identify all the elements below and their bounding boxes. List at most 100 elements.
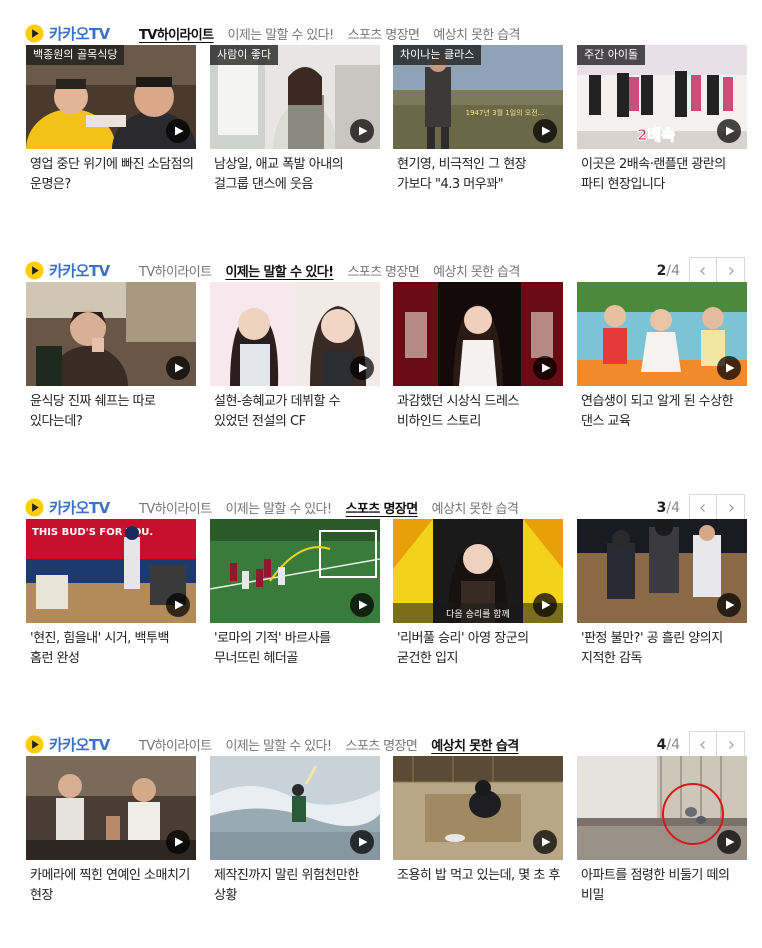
play-button[interactable] bbox=[717, 356, 741, 380]
video-thumbnail[interactable] bbox=[26, 282, 196, 386]
video-title[interactable]: '판정 불만?' 공 흘린 양의지 지적한 감독 bbox=[581, 629, 745, 669]
video-thumbnail[interactable]: 백종원의 골목식당 bbox=[26, 45, 196, 149]
video-card[interactable]: 2배속 주간 아이돌이곳은 2배속·랜플댄 광란의 파티 현장입니다 bbox=[577, 45, 747, 195]
video-card[interactable]: 윤식당 진짜 쉐프는 따로 있다는데? bbox=[26, 282, 196, 432]
video-title[interactable]: 과감했던 시상식 드레스 비하인드 스토리 bbox=[397, 392, 561, 432]
next-page-button[interactable] bbox=[717, 257, 745, 285]
video-thumbnail[interactable] bbox=[210, 519, 380, 623]
tab-sports-highlight[interactable]: 스포츠 명장면 bbox=[347, 261, 419, 280]
video-card[interactable]: THIS BUD'S FOR YOU. '현진, 힘을내' 시거, 백투백 홈런… bbox=[26, 519, 196, 669]
video-thumbnail[interactable] bbox=[393, 756, 563, 860]
play-button[interactable] bbox=[717, 593, 741, 617]
video-thumbnail[interactable] bbox=[577, 756, 747, 860]
play-button[interactable] bbox=[350, 830, 374, 854]
play-button[interactable] bbox=[350, 356, 374, 380]
video-thumbnail[interactable]: THIS BUD'S FOR YOU. bbox=[26, 519, 196, 623]
play-button[interactable] bbox=[350, 119, 374, 143]
play-button[interactable] bbox=[166, 830, 190, 854]
video-card[interactable]: 설현-송혜교가 데뷔할 수 있었던 전설의 CF bbox=[210, 282, 380, 432]
play-button[interactable] bbox=[533, 830, 557, 854]
play-button[interactable] bbox=[350, 593, 374, 617]
video-thumbnail[interactable]: 1947년 3월 1일의 오전... 차이나는 클라스 bbox=[393, 45, 563, 149]
brand-name: 카카오TV bbox=[49, 498, 110, 517]
category-tabs: TV하이라이트 이제는 말할 수 있다! 스포츠 명장면 예상치 못한 습격 bbox=[139, 732, 533, 756]
play-button[interactable] bbox=[533, 119, 557, 143]
kakaotv-logo[interactable]: 카카오TV bbox=[25, 732, 110, 756]
video-title[interactable]: 아파트를 점령한 비둘기 떼의 비밀 bbox=[581, 866, 745, 906]
tab-now-can-tell[interactable]: 이제는 말할 수 있다! bbox=[225, 498, 332, 517]
kakaotv-logo[interactable]: 카카오TV bbox=[25, 495, 110, 519]
page-current: 2 bbox=[656, 263, 667, 279]
chevron-left-icon bbox=[700, 267, 705, 275]
video-card[interactable]: 1947년 3월 1일의 오전... 차이나는 클라스현기영, 비극적인 그 현장… bbox=[393, 45, 563, 195]
kakaotv-play-icon bbox=[25, 497, 44, 517]
tab-now-can-tell[interactable]: 이제는 말할 수 있다! bbox=[228, 24, 335, 43]
chevron-right-icon bbox=[728, 267, 734, 275]
kakaotv-logo[interactable]: 카카오TV bbox=[25, 21, 110, 45]
play-button[interactable] bbox=[717, 119, 741, 143]
video-card[interactable]: 연습생이 되고 알게 된 수상한 댄스 교육 bbox=[577, 282, 747, 432]
video-card[interactable]: 제작진까지 말린 위험천만한 상황 bbox=[210, 756, 380, 906]
play-button[interactable] bbox=[533, 593, 557, 617]
play-button[interactable] bbox=[533, 356, 557, 380]
tab-tv-highlight[interactable]: TV하이라이트 bbox=[139, 261, 212, 280]
tab-sports-highlight[interactable]: 스포츠 명장면 bbox=[346, 735, 418, 754]
tab-now-can-tell[interactable]: 이제는 말할 수 있다! bbox=[225, 735, 332, 754]
video-card[interactable]: '판정 불만?' 공 흘린 양의지 지적한 감독 bbox=[577, 519, 747, 669]
video-card[interactable]: 사람이 좋다남상일, 애교 폭발 아내의 걸그룹 댄스에 웃음 bbox=[210, 45, 380, 195]
prev-page-button[interactable] bbox=[689, 494, 717, 522]
video-title[interactable]: 카메라에 찍힌 연예인 소매치기 현장 bbox=[30, 866, 194, 906]
video-card[interactable]: 카메라에 찍힌 연예인 소매치기 현장 bbox=[26, 756, 196, 906]
video-thumbnail[interactable]: 2배속 주간 아이돌 bbox=[577, 45, 747, 149]
video-title[interactable]: 설현-송혜교가 데뷔할 수 있었던 전설의 CF bbox=[214, 392, 378, 432]
video-card[interactable]: 다음 승리를 함께 '리버풀 승리' 아영 장군의 굳건한 입지 bbox=[393, 519, 563, 669]
video-thumbnail[interactable] bbox=[393, 282, 563, 386]
video-card[interactable]: 조용히 밥 먹고 있는데, 몇 초 후 bbox=[393, 756, 563, 906]
video-title[interactable]: 영업 중단 위기에 빠진 소담점의 운명은? bbox=[30, 155, 194, 195]
video-title[interactable]: 남상일, 애교 폭발 아내의 걸그룹 댄스에 웃음 bbox=[214, 155, 378, 195]
tab-unexpected-attack[interactable]: 예상치 못한 습격 bbox=[433, 24, 520, 43]
video-thumbnail[interactable] bbox=[577, 282, 747, 386]
video-thumbnail[interactable]: 사람이 좋다 bbox=[210, 45, 380, 149]
play-button[interactable] bbox=[166, 593, 190, 617]
video-title[interactable]: '현진, 힘을내' 시거, 백투백 홈런 완성 bbox=[30, 629, 194, 669]
prev-page-button[interactable] bbox=[689, 731, 717, 759]
video-title[interactable]: 조용히 밥 먹고 있는데, 몇 초 후 bbox=[397, 866, 561, 886]
video-card[interactable]: 과감했던 시상식 드레스 비하인드 스토리 bbox=[393, 282, 563, 432]
play-button[interactable] bbox=[717, 830, 741, 854]
video-card[interactable]: '로마의 기적' 바르사를 무너뜨린 헤더골 bbox=[210, 519, 380, 669]
tab-tv-highlight[interactable]: TV하이라이트 bbox=[139, 735, 212, 754]
video-title[interactable]: 현기영, 비극적인 그 현장 가보다 "4.3 머우꽈" bbox=[397, 155, 561, 195]
tab-now-can-tell[interactable]: 이제는 말할 수 있다! bbox=[225, 261, 334, 280]
video-thumbnail[interactable] bbox=[26, 756, 196, 860]
video-title[interactable]: 제작진까지 말린 위험천만한 상황 bbox=[214, 866, 378, 906]
video-thumbnail[interactable]: 다음 승리를 함께 bbox=[393, 519, 563, 623]
tab-sports-highlight[interactable]: 스포츠 명장면 bbox=[346, 498, 419, 517]
play-icon bbox=[175, 837, 184, 847]
video-title[interactable]: '로마의 기적' 바르사를 무너뜨린 헤더골 bbox=[214, 629, 378, 669]
video-title[interactable]: 이곳은 2배속·랜플댄 광란의 파티 현장입니다 bbox=[581, 155, 745, 195]
tab-unexpected-attack[interactable]: 예상치 못한 습격 bbox=[431, 735, 519, 754]
video-card[interactable]: 아파트를 점령한 비둘기 떼의 비밀 bbox=[577, 756, 747, 906]
play-button[interactable] bbox=[166, 356, 190, 380]
kakaotv-logo[interactable]: 카카오TV bbox=[25, 258, 110, 282]
video-thumbnail[interactable] bbox=[210, 282, 380, 386]
video-thumbnail[interactable] bbox=[577, 519, 747, 623]
play-button[interactable] bbox=[166, 119, 190, 143]
tab-unexpected-attack[interactable]: 예상치 못한 습격 bbox=[433, 261, 520, 280]
next-page-button[interactable] bbox=[717, 494, 745, 522]
kakaotv-play-icon bbox=[25, 23, 44, 43]
next-page-button[interactable] bbox=[717, 731, 745, 759]
section-header: 카카오TV TV하이라이트 이제는 말할 수 있다! 스포츠 명장면 예상치 못한 습격… bbox=[25, 494, 745, 522]
tab-tv-highlight[interactable]: TV하이라이트 bbox=[139, 24, 214, 43]
video-card[interactable]: 백종원의 골목식당영업 중단 위기에 빠진 소담점의 운명은? bbox=[26, 45, 196, 195]
video-thumbnail[interactable] bbox=[210, 756, 380, 860]
prev-page-button[interactable] bbox=[689, 257, 717, 285]
video-title[interactable]: 연습생이 되고 알게 된 수상한 댄스 교육 bbox=[581, 392, 745, 432]
tab-tv-highlight[interactable]: TV하이라이트 bbox=[139, 498, 212, 517]
program-badge: 백종원의 골목식당 bbox=[26, 45, 125, 65]
tab-sports-highlight[interactable]: 스포츠 명장면 bbox=[348, 24, 420, 43]
video-title[interactable]: 윤식당 진짜 쉐프는 따로 있다는데? bbox=[30, 392, 194, 432]
tab-unexpected-attack[interactable]: 예상치 못한 습격 bbox=[432, 498, 519, 517]
video-title[interactable]: '리버풀 승리' 아영 장군의 굳건한 입지 bbox=[397, 629, 561, 669]
